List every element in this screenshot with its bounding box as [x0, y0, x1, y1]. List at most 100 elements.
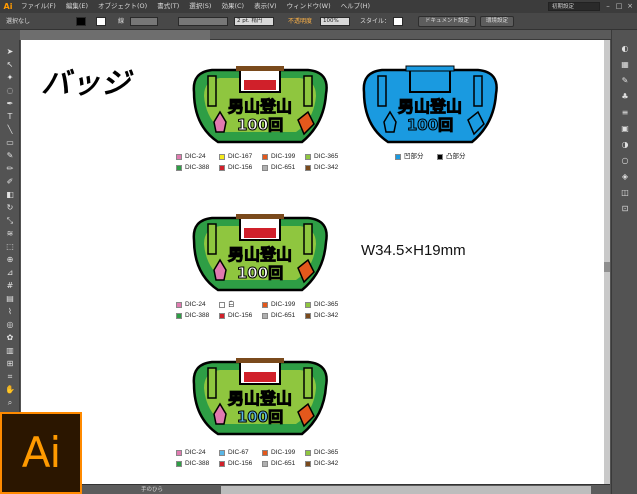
legend-item: DIC-342	[305, 163, 338, 172]
legend-swatch	[305, 301, 311, 308]
opacity-field[interactable]: 100%	[320, 17, 350, 26]
color-legend-3: DIC-24 DIC-67 DIC-199 DIC-365 DIC-388 DI…	[176, 448, 366, 472]
menu-help[interactable]: ヘルプ(H)	[336, 0, 375, 13]
menu-type[interactable]: 書式(T)	[152, 0, 184, 13]
color-panel-icon[interactable]: ◐	[619, 44, 631, 54]
rectangle-tool-icon[interactable]: ▭	[4, 137, 16, 149]
legend-item: DIC-388	[176, 459, 209, 468]
artboard-title: バッジ	[41, 66, 132, 100]
stroke-label: 線	[118, 18, 125, 25]
legend-swatch	[305, 153, 311, 160]
legend-item: DIC-67	[219, 448, 249, 457]
menu-window[interactable]: ウィンドウ(W)	[282, 0, 336, 13]
zoom-tool-icon[interactable]: ⌕	[4, 397, 16, 409]
legend-item: DIC-156	[219, 459, 252, 468]
menu-file[interactable]: ファイル(F)	[16, 0, 61, 13]
menu-select[interactable]: 選択(S)	[184, 0, 216, 13]
paintbrush-icon[interactable]: ✎	[4, 150, 16, 162]
legend-item: DIC-365	[305, 300, 338, 309]
blob-brush-icon[interactable]: ✐	[4, 176, 16, 188]
legend-swatch	[262, 153, 268, 160]
slice-tool-icon[interactable]: ⌗	[4, 371, 16, 383]
variable-width-field[interactable]	[178, 17, 228, 26]
brushes-panel-icon[interactable]: ✎	[619, 76, 631, 86]
legend-item: DIC-342	[305, 459, 338, 468]
stroke-panel-icon[interactable]: ≡	[619, 108, 631, 118]
legend-swatch	[219, 164, 225, 171]
legend-item: DIC-199	[262, 448, 295, 457]
badge3-text-line1: 男山登山	[228, 389, 292, 408]
menu-object[interactable]: オブジェクト(O)	[93, 0, 152, 13]
pen-tool-icon[interactable]: ✒	[4, 98, 16, 110]
gradient-panel-icon[interactable]: ▣	[619, 124, 631, 134]
free-transform-icon[interactable]: ⬚	[4, 241, 16, 253]
appearance-panel-icon[interactable]: ○	[619, 156, 631, 166]
app-logo-icon: Ai	[3, 2, 13, 11]
close-icon[interactable]: ×	[625, 1, 635, 11]
graphic-styles-panel-icon[interactable]: ◈	[619, 172, 631, 182]
mesh-tool-icon[interactable]: #	[4, 280, 16, 292]
selection-tool-icon[interactable]: ➤	[4, 46, 16, 58]
eyedropper-icon[interactable]: ⌇	[4, 306, 16, 318]
legend-swatch	[262, 460, 268, 467]
rotate-tool-icon[interactable]: ↻	[4, 202, 16, 214]
hand-tool-icon[interactable]: ✋	[4, 384, 16, 396]
graph-tool-icon[interactable]: ▥	[4, 345, 16, 357]
stroke-weight-field[interactable]	[130, 17, 158, 26]
magic-wand-icon[interactable]: ✦	[4, 72, 16, 84]
gradient-tool-icon[interactable]: ▤	[4, 293, 16, 305]
legend-swatch	[305, 449, 311, 456]
swatches-panel-icon[interactable]: ▦	[619, 60, 631, 70]
preferences-button[interactable]: 環境設定	[480, 16, 514, 27]
shape-builder-icon[interactable]: ⊕	[4, 254, 16, 266]
opacity-label[interactable]: 不透明度	[288, 16, 312, 27]
line-tool-icon[interactable]: ╲	[4, 124, 16, 136]
scrollbar-thumb[interactable]	[604, 262, 610, 272]
scale-tool-icon[interactable]: ⤡	[4, 215, 16, 227]
layers-panel-icon[interactable]: ◫	[619, 188, 631, 198]
legend-swatch	[262, 164, 268, 171]
legend-item: DIC-388	[176, 311, 209, 320]
stroke-swatch[interactable]	[96, 17, 106, 26]
symbol-sprayer-icon[interactable]: ✿	[4, 332, 16, 344]
fill-swatch[interactable]	[76, 17, 86, 26]
horizontal-scrollbar[interactable]	[221, 486, 591, 494]
minimize-icon[interactable]: –	[603, 1, 613, 11]
menu-view[interactable]: 表示(V)	[249, 0, 282, 13]
blend-tool-icon[interactable]: ◎	[4, 319, 16, 331]
legend-swatch	[262, 312, 268, 319]
badge-color-white: 男山登山 100回	[192, 214, 328, 292]
document-tab[interactable]	[20, 30, 210, 40]
transparency-panel-icon[interactable]: ◑	[619, 140, 631, 150]
selection-status: 選択なし	[6, 18, 31, 25]
style-label: スタイル：	[360, 18, 391, 25]
symbols-panel-icon[interactable]: ♣	[619, 92, 631, 102]
legend-swatch	[395, 153, 401, 160]
maximize-icon[interactable]: □	[614, 1, 624, 11]
legend-swatch	[262, 301, 268, 308]
legend-item: DIC-167	[219, 152, 252, 161]
lasso-icon[interactable]: ◌	[4, 85, 16, 97]
color-legend-2: DIC-24 白 DIC-199 DIC-365 DIC-388 DIC-156…	[176, 300, 366, 324]
workspace-switcher[interactable]: 初期設定	[548, 2, 600, 11]
eraser-icon[interactable]: ◧	[4, 189, 16, 201]
direct-selection-tool-icon[interactable]: ↖	[4, 59, 16, 71]
type-tool-icon[interactable]: T	[4, 111, 16, 123]
menu-edit[interactable]: 編集(E)	[61, 0, 93, 13]
artboard-tool-icon[interactable]: ⊞	[4, 358, 16, 370]
vertical-scrollbar[interactable]	[604, 40, 610, 484]
pencil-icon[interactable]: ✏	[4, 163, 16, 175]
document-setup-button[interactable]: ドキュメント設定	[418, 16, 476, 27]
badge2-text-line2: 100回	[237, 264, 283, 282]
width-tool-icon[interactable]: ≋	[4, 228, 16, 240]
legend-item: DIC-365	[305, 152, 338, 161]
artboards-panel-icon[interactable]: ⊡	[619, 204, 631, 214]
legend-swatch	[176, 460, 182, 467]
perspective-grid-icon[interactable]: ⊿	[4, 267, 16, 279]
brush-definition-field[interactable]: 2 pt. 楕円	[234, 17, 274, 26]
badge-color-yellow: 男山登山 100回	[192, 66, 328, 144]
style-swatch[interactable]	[393, 17, 403, 26]
artboard-canvas[interactable]: バッジ W34.5×H19mm 男山登山 100回 男山登山 100回 男山登山…	[21, 40, 610, 484]
mold-text-line1: 男山登山	[398, 97, 462, 116]
menu-effect[interactable]: 効果(C)	[216, 0, 249, 13]
